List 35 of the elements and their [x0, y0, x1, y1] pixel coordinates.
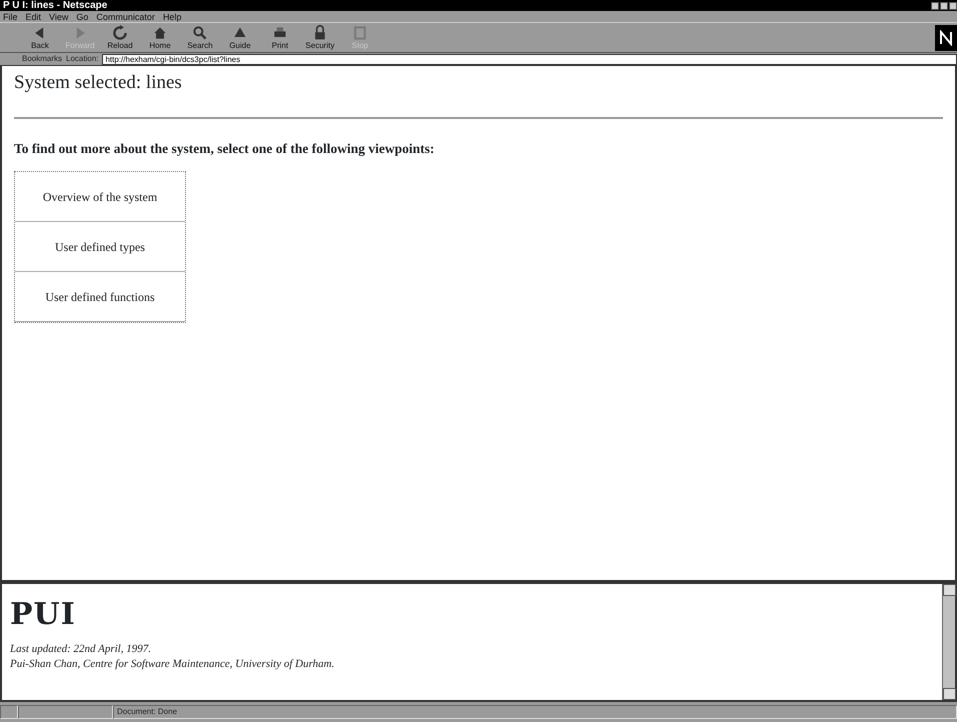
prompt-text: To find out more about the system, select one of the following viewpoints:: [14, 140, 436, 158]
scroll-down-button[interactable]: [943, 688, 956, 700]
minimize-button[interactable]: [931, 2, 939, 10]
bookmarks-button[interactable]: Bookmarks: [22, 53, 62, 65]
logo-text: PUI: [10, 598, 77, 632]
page-heading: System selected: lines: [14, 72, 183, 95]
toolbar-button[interactable]: Reload: [102, 24, 138, 52]
reload-icon: [112, 25, 128, 41]
toolbar-button[interactable]: Search: [182, 24, 218, 52]
toolbar-button[interactable]: Print: [262, 24, 298, 52]
author-text: Pui-Shan Chan, Centre for Software Maintenance, University of Durham.: [10, 657, 336, 672]
menu-item[interactable]: Edit: [26, 11, 42, 22]
toolbar-button[interactable]: Guide: [222, 24, 258, 52]
menu-item[interactable]: Go: [76, 11, 88, 22]
menu-item[interactable]: View: [49, 11, 68, 22]
url-field[interactable]: http://hexham/cgi-bin/dcs3pc/list?lines: [102, 54, 957, 64]
close-button[interactable]: [949, 2, 957, 10]
toolbar-button[interactable]: Back: [22, 24, 58, 52]
menu-item[interactable]: File: [3, 11, 18, 22]
menu-item[interactable]: Communicator: [96, 11, 155, 22]
house-icon: [152, 25, 168, 41]
search-icon: [192, 25, 208, 41]
browser-logo: [935, 24, 957, 50]
maximize-button[interactable]: [940, 2, 948, 10]
menu-item[interactable]: Help: [162, 11, 182, 22]
scroll-up-button[interactable]: [943, 584, 956, 596]
location-label: Location:: [66, 53, 98, 65]
status-text: Document: Done: [113, 705, 957, 719]
toolbar-button[interactable]: Security: [302, 24, 338, 52]
scrollbar[interactable]: [942, 584, 955, 700]
window-title: P U I: lines - Netscape: [3, 0, 108, 11]
last-updated-text: Last updated: 22nd April, 1997.: [10, 642, 152, 657]
toolbar-button[interactable]: Home: [142, 24, 178, 52]
square-icon: [352, 25, 368, 41]
padlock-icon: [312, 25, 328, 41]
